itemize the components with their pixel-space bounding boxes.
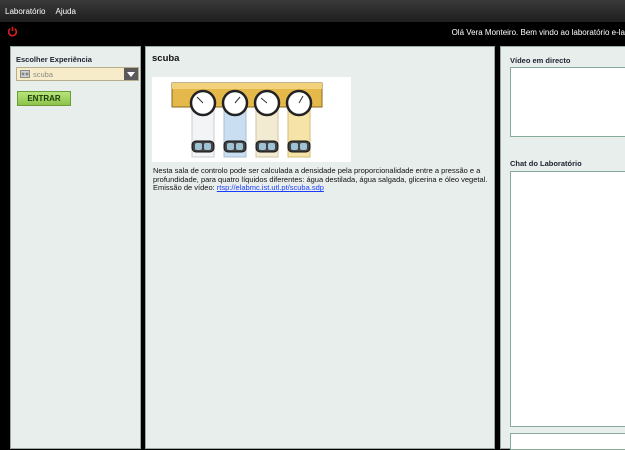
video-stream-label: Emissão de vídeo:: [153, 183, 215, 193]
experiment-select-value: scuba: [33, 69, 54, 79]
power-icon[interactable]: [7, 26, 18, 37]
experiment-select[interactable]: scuba: [16, 67, 139, 81]
live-panel: Vídeo em directo Chat do Laboratório: [500, 46, 625, 450]
choose-experiment-label: Escolher Experiência: [16, 55, 92, 64]
live-video-title: Vídeo em directo: [510, 56, 571, 65]
experiment-description: Nesta sala de controlo pode ser calculad…: [153, 166, 488, 193]
live-video-box: [510, 67, 625, 137]
experiment-detail-panel: scuba Nesta sala de controlo pode ser ca…: [145, 46, 495, 449]
video-stream-link[interactable]: rtsp://elabmc.ist.utl.pt/scuba.sdp: [217, 183, 324, 193]
chat-input[interactable]: [510, 433, 625, 450]
menu-bar: Laboratório Ajuda: [0, 0, 625, 22]
menu-ajuda[interactable]: Ajuda: [50, 7, 80, 16]
chat-messages-box: [510, 171, 625, 427]
description-text: Nesta sala de controlo pode ser calculad…: [153, 166, 488, 184]
menu-laboratorio[interactable]: Laboratório: [0, 7, 50, 16]
chat-title: Chat do Laboratório: [510, 159, 582, 168]
experiment-thumbnail-icon: [20, 70, 30, 78]
experiment-title: scuba: [152, 53, 180, 64]
experiment-image: [152, 77, 351, 162]
experiment-selector-panel: Escolher Experiência scuba ENTRAR: [10, 46, 141, 449]
welcome-message: Olá Vera Monteiro. Bem vindo ao laborató…: [451, 28, 625, 37]
enter-button[interactable]: ENTRAR: [17, 91, 71, 106]
chevron-down-icon[interactable]: [124, 68, 138, 80]
